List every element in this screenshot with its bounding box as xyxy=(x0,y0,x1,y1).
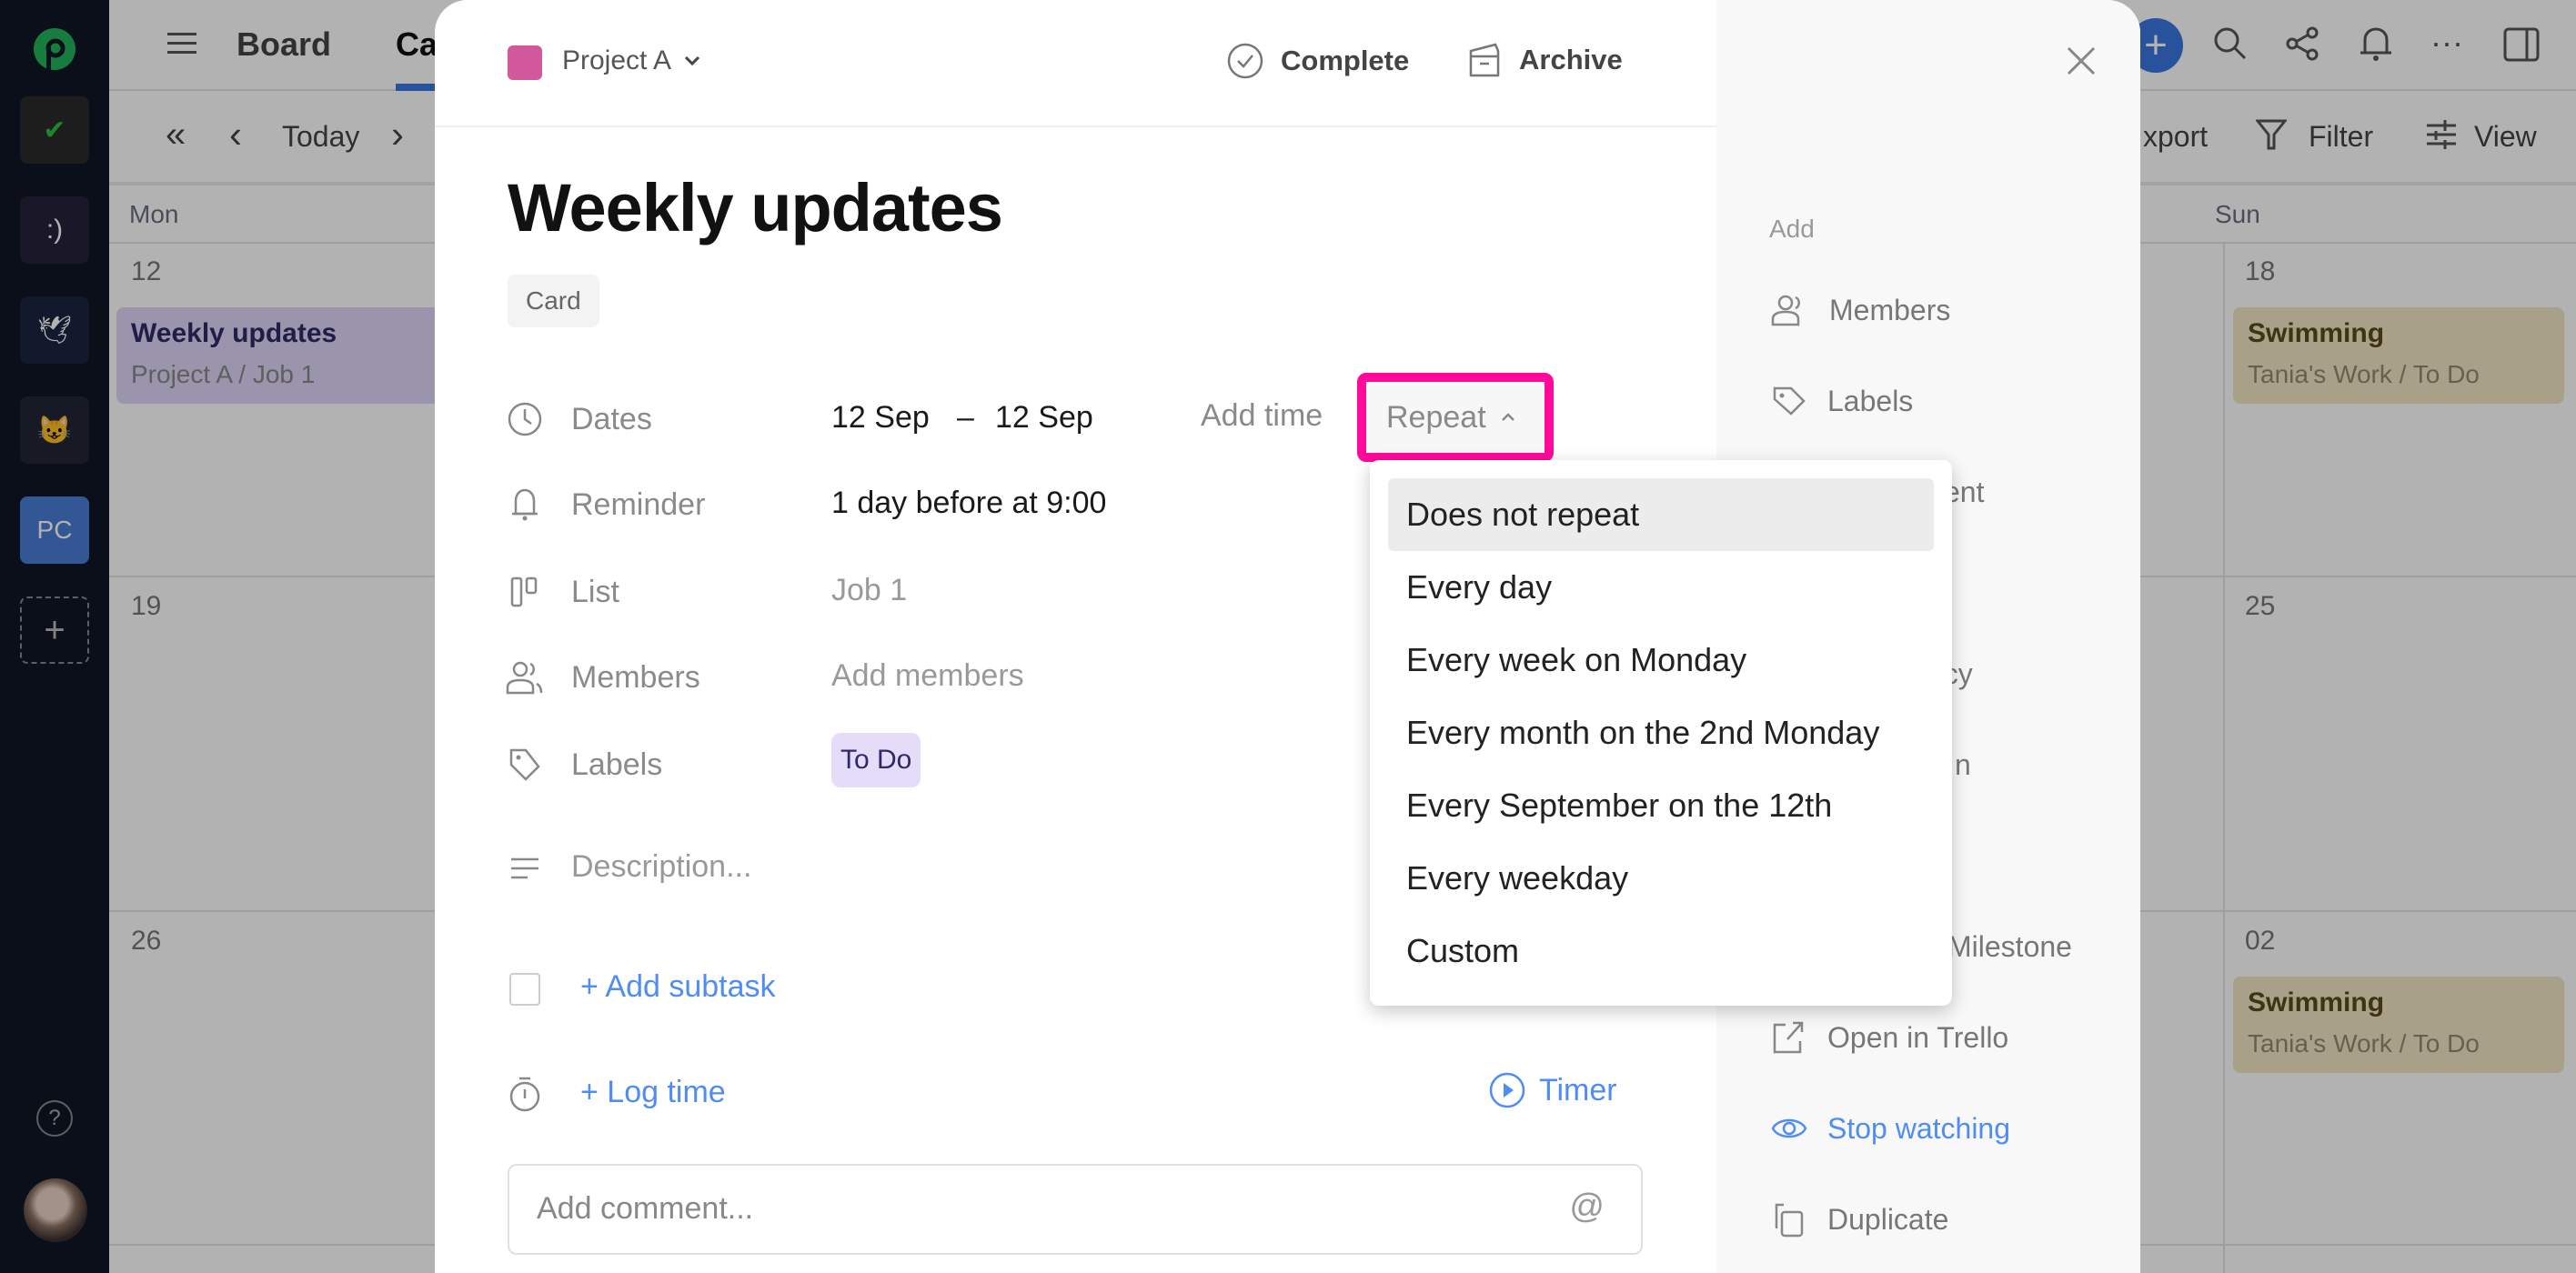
check-circle-icon xyxy=(1227,43,1263,79)
description-input[interactable]: Description... xyxy=(571,849,751,885)
reminder-value[interactable]: 1 day before at 9:00 xyxy=(831,486,1106,521)
external-link-icon xyxy=(1773,1021,1804,1054)
side-add-labels[interactable]: Labels xyxy=(1771,378,1913,424)
add-members-button[interactable]: Add members xyxy=(831,658,1024,694)
comment-placeholder: Add comment... xyxy=(537,1191,754,1226)
add-subtask-button[interactable]: + Add subtask xyxy=(580,969,776,1005)
complete-label: Complete xyxy=(1281,45,1410,76)
card-title[interactable]: Weekly updates xyxy=(508,169,1003,246)
repeat-option-every-day[interactable]: Every day xyxy=(1388,551,1934,624)
members-icon xyxy=(1771,295,1800,326)
tag-icon xyxy=(506,746,544,784)
archive-button[interactable]: Archive xyxy=(1468,42,1623,78)
repeat-option-every-year[interactable]: Every September on the 12th xyxy=(1388,769,1934,842)
side-item-label: Members xyxy=(1829,293,1951,326)
side-item-label: Milestone xyxy=(1947,929,2072,963)
archive-label: Archive xyxy=(1519,44,1623,75)
eye-icon xyxy=(1771,1118,1807,1138)
side-duplicate[interactable]: Duplicate xyxy=(1771,1197,1948,1242)
list-value[interactable]: Job 1 xyxy=(831,573,907,608)
side-add-item[interactable]: n xyxy=(1955,742,1971,787)
play-circle-icon xyxy=(1489,1072,1525,1108)
dates-label: Dates xyxy=(571,402,652,436)
date-separator: – xyxy=(957,400,974,435)
side-add-members[interactable]: Members xyxy=(1771,287,1950,333)
side-milestone[interactable]: Milestone xyxy=(1947,924,2072,969)
bell-icon xyxy=(506,486,544,524)
side-open-in-trello[interactable]: Open in Trello xyxy=(1771,1015,2008,1060)
start-date[interactable]: 12 Sep xyxy=(831,400,930,436)
repeat-option-every-week[interactable]: Every week on Monday xyxy=(1388,624,1934,697)
complete-button[interactable]: Complete xyxy=(1226,42,1409,80)
timer-button[interactable]: Timer xyxy=(1488,1071,1617,1109)
archive-icon xyxy=(1469,43,1500,77)
add-section-heading: Add xyxy=(1769,215,1815,243)
side-item-label: Labels xyxy=(1827,384,1914,417)
repeat-button[interactable]: Repeat xyxy=(1357,373,1554,462)
side-item-label: Open in Trello xyxy=(1827,1020,2009,1054)
timer-label: Timer xyxy=(1539,1072,1617,1108)
labels-label: Labels xyxy=(571,747,663,782)
close-icon[interactable] xyxy=(2066,45,2097,81)
side-item-label: Duplicate xyxy=(1827,1202,1949,1236)
side-item-label: n xyxy=(1955,747,1971,781)
project-color-swatch xyxy=(508,45,542,80)
label-chip-to-do[interactable]: To Do xyxy=(831,733,921,787)
end-date[interactable]: 12 Sep xyxy=(995,400,1093,436)
log-time-button[interactable]: + Log time xyxy=(580,1075,726,1110)
members-icon xyxy=(506,658,544,697)
duplicate-icon xyxy=(1775,1203,1804,1238)
members-label: Members xyxy=(571,660,700,695)
side-item-label: Stop watching xyxy=(1827,1111,2011,1145)
chevron-up-icon xyxy=(1501,413,1514,421)
reminder-label: Reminder xyxy=(571,487,706,522)
clock-icon xyxy=(506,400,544,438)
subtask-checkbox[interactable] xyxy=(509,973,540,1006)
chevron-down-icon xyxy=(685,55,700,66)
list-label: List xyxy=(571,575,619,609)
card-type-badge: Card xyxy=(508,275,599,327)
repeat-option-does-not-repeat[interactable]: Does not repeat xyxy=(1388,478,1934,551)
stopwatch-icon xyxy=(506,1075,544,1113)
list-board-icon xyxy=(506,573,544,611)
repeat-label: Repeat xyxy=(1386,399,1486,435)
repeat-option-every-weekday[interactable]: Every weekday xyxy=(1388,842,1934,915)
modal-header: Project A Complete Archive xyxy=(435,0,1716,127)
mention-icon[interactable]: @ xyxy=(1569,1188,1605,1227)
repeat-option-every-month[interactable]: Every month on the 2nd Monday xyxy=(1388,697,1934,769)
repeat-dropdown-menu: Does not repeat Every day Every week on … xyxy=(1370,460,1952,1006)
project-name: Project A xyxy=(562,45,672,75)
repeat-option-custom[interactable]: Custom xyxy=(1388,915,1934,987)
project-selector[interactable]: Project A xyxy=(562,45,700,76)
comment-input[interactable]: Add comment... @ xyxy=(508,1164,1643,1255)
side-stop-watching[interactable]: Stop watching xyxy=(1771,1106,2010,1151)
description-icon xyxy=(506,849,544,887)
add-time-button[interactable]: Add time xyxy=(1201,398,1323,434)
tag-icon xyxy=(1773,386,1806,416)
